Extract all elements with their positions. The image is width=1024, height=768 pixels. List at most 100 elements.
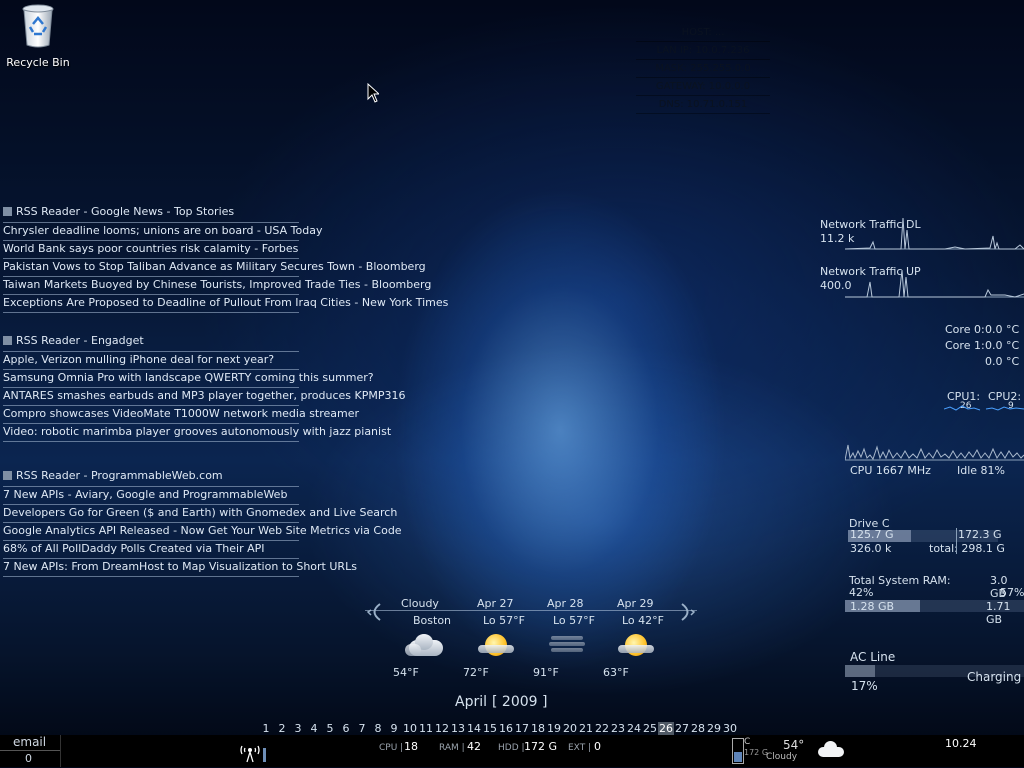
calendar-day[interactable]: 13 xyxy=(450,722,466,735)
calendar-day[interactable]: 19 xyxy=(546,722,562,735)
calendar-day[interactable]: 6 xyxy=(338,722,354,735)
cpu-core-graphs xyxy=(944,405,1024,411)
email-widget[interactable]: email 0 xyxy=(0,735,61,767)
rss-title: RSS Reader - Google News - Top Stories xyxy=(16,205,235,218)
forecast-temp: 63°F xyxy=(603,666,629,679)
rss-item[interactable]: ANTARES smashes earbuds and MP3 player t… xyxy=(3,388,406,406)
calendar-day[interactable]: 18 xyxy=(530,722,546,735)
rss-item[interactable]: Apple, Verizon mulling iPhone deal for n… xyxy=(3,351,299,370)
ram-free-percent: 57% xyxy=(1000,586,1024,599)
network-dl-graph xyxy=(845,217,1024,250)
calendar-day[interactable]: 8 xyxy=(370,722,386,735)
rss-reader-programmableweb: RSS Reader - ProgrammableWeb.com 7 New A… xyxy=(3,469,402,577)
calendar-day[interactable]: 29 xyxy=(706,722,722,735)
taskbar-ram-label: RAM | xyxy=(439,743,465,753)
calendar-day[interactable]: 1 xyxy=(258,722,274,735)
taskbar-ext-value: 0 xyxy=(594,740,601,753)
drive-divider xyxy=(956,528,957,554)
rss-item[interactable]: Developers Go for Green ($ and Earth) wi… xyxy=(3,505,397,523)
calendar-day[interactable]: 21 xyxy=(578,722,594,735)
taskbar-temperature: 54° xyxy=(783,738,805,752)
ram-used-percent: 42% xyxy=(849,586,874,599)
calendar-day[interactable]: 23 xyxy=(610,722,626,735)
calendar-day[interactable]: 30 xyxy=(722,722,738,735)
email-count: 0 xyxy=(25,752,32,765)
calendar-day[interactable]: 10 xyxy=(402,722,418,735)
calendar-day-today[interactable]: 26 xyxy=(658,722,674,735)
cloud-icon xyxy=(405,632,445,660)
forecast-low: Lo 57°F xyxy=(483,614,525,627)
calendar-day[interactable]: 14 xyxy=(466,722,482,735)
calendar-month: April xyxy=(455,694,487,710)
taskbar-cpu-value: 18 xyxy=(404,740,418,753)
taskbar-condition: Cloudy xyxy=(766,752,798,762)
forecast-low: Lo 57°F xyxy=(553,614,595,627)
calendar-day[interactable]: 3 xyxy=(290,722,306,735)
calendar-day[interactable]: 9 xyxy=(386,722,402,735)
calendar-day[interactable]: 16 xyxy=(498,722,514,735)
rss-item[interactable]: Samsung Omnia Pro with landscape QWERTY … xyxy=(3,370,374,388)
calendar-day[interactable]: 20 xyxy=(562,722,578,735)
rss-item[interactable]: Video: robotic marimba player grooves au… xyxy=(3,424,391,442)
weather-city: Boston xyxy=(413,614,452,627)
rss-header: RSS Reader - Engadget xyxy=(3,334,299,347)
forecast-temp: 72°F xyxy=(463,666,489,679)
taskbar-ext-label: EXT | xyxy=(568,743,592,753)
rss-item[interactable]: Pakistan Vows to Stop Taliban Advance as… xyxy=(3,259,426,277)
mouse-cursor-icon xyxy=(367,82,381,107)
rss-item[interactable]: Exceptions Are Proposed to Deadline of P… xyxy=(3,295,448,313)
calendar-day[interactable]: 24 xyxy=(626,722,642,735)
power-source-label: AC Line xyxy=(850,650,896,664)
rss-icon xyxy=(3,336,12,345)
calendar-day[interactable]: 4 xyxy=(306,722,322,735)
weather-next-arrow-icon[interactable] xyxy=(676,601,696,627)
gateway-line: GATEWAY: 10.0.0.0 xyxy=(636,78,770,96)
calendar-day[interactable]: 2 xyxy=(274,722,290,735)
taskbar-clock[interactable]: 10.24 xyxy=(945,737,977,750)
calendar-day[interactable]: 12 xyxy=(434,722,450,735)
sun-cloud-icon xyxy=(616,632,656,660)
calendar-day[interactable]: 28 xyxy=(690,722,706,735)
rss-item[interactable]: Google Analytics API Released - Now Get … xyxy=(3,523,402,541)
cpu-idle: Idle 81% xyxy=(957,464,1005,477)
drive-total: total: 298.1 G xyxy=(929,542,1005,555)
calendar-day[interactable]: 27 xyxy=(674,722,690,735)
rss-item[interactable]: Chrysler deadline looms; unions are on b… xyxy=(3,222,322,241)
rss-item[interactable]: 7 New APIs: From DreamHost to Map Visual… xyxy=(3,559,357,577)
ram-free: 1.71 GB xyxy=(986,600,1011,626)
rss-item[interactable]: 7 New APIs - Aviary, Google and Programm… xyxy=(3,486,299,505)
calendar-day[interactable]: 22 xyxy=(594,722,610,735)
cpu-usage-graph xyxy=(845,444,1024,461)
calendar-day[interactable]: 25 xyxy=(642,722,658,735)
rss-item[interactable]: Taiwan Markets Buoyed by Chinese Tourist… xyxy=(3,277,431,295)
email-label: email xyxy=(13,735,47,749)
host-line: HOST: ... xyxy=(636,24,770,42)
ram-used: 1.28 GB xyxy=(850,600,895,613)
forecast-temp: 91°F xyxy=(533,666,559,679)
wifi-signal-icon[interactable] xyxy=(238,740,270,768)
network-up-graph xyxy=(845,269,1024,298)
weather-prev-arrow-icon[interactable] xyxy=(366,601,386,627)
calendar-day[interactable]: 15 xyxy=(482,722,498,735)
forecast-date: Apr 29 xyxy=(617,597,654,610)
rss-item[interactable]: 68% of All PollDaddy Polls Created via T… xyxy=(3,541,299,559)
email-divider xyxy=(0,750,60,751)
calendar-day[interactable]: 11 xyxy=(418,722,434,735)
taskbar-hdd-value: 172 G xyxy=(524,740,558,753)
drive-gauge-icon xyxy=(732,738,744,764)
rss-item[interactable]: Compro showcases VideoMate T1000W networ… xyxy=(3,406,359,424)
core1-label: Core 1: xyxy=(945,339,985,352)
calendar-day[interactable]: 5 xyxy=(322,722,338,735)
recycle-bin-shortcut[interactable]: Recycle Bin xyxy=(6,4,70,69)
calendar-day[interactable]: 17 xyxy=(514,722,530,735)
forecast-date: Apr 27 xyxy=(477,597,514,610)
rss-item[interactable]: World Bank says poor countries risk cala… xyxy=(3,241,299,259)
core1-value: 0.0 °C xyxy=(985,339,1020,352)
calendar-day[interactable]: 7 xyxy=(354,722,370,735)
taskbar-cpu-label: CPU | xyxy=(379,743,404,753)
battery-fill xyxy=(845,665,875,677)
rss-reader-engadget: RSS Reader - Engadget Apple, Verizon mul… xyxy=(3,334,406,442)
mask-line: MASK: 255.255.0.0 xyxy=(636,60,770,78)
recycle-bin-label: Recycle Bin xyxy=(6,56,70,69)
core0-value: 0.0 °C xyxy=(985,323,1020,336)
